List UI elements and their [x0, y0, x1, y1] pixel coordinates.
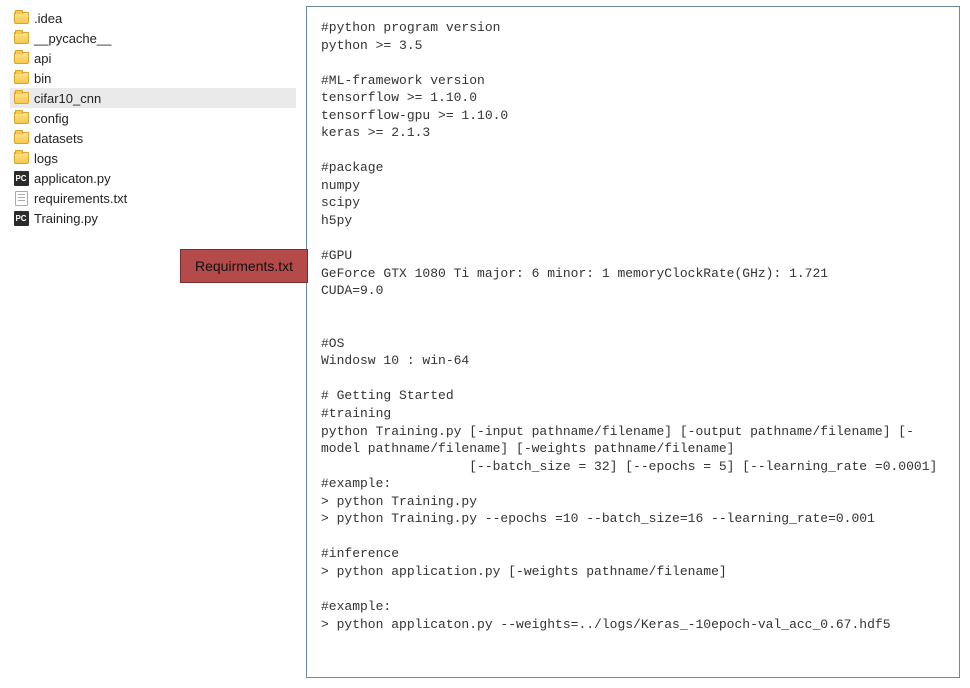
- folder-icon: [12, 130, 30, 146]
- file-name-label: bin: [34, 71, 51, 86]
- python-file-icon: PC: [12, 210, 30, 226]
- file-row--idea[interactable]: .idea: [10, 8, 296, 28]
- file-row-bin[interactable]: bin: [10, 68, 296, 88]
- file-name-label: .idea: [34, 11, 62, 26]
- file-name-label: cifar10_cnn: [34, 91, 101, 106]
- file-row-config[interactable]: config: [10, 108, 296, 128]
- file-name-label: logs: [34, 151, 58, 166]
- file-name-label: datasets: [34, 131, 83, 146]
- text-file-icon: [12, 190, 30, 206]
- file-contents-viewer: #python program version python >= 3.5 #M…: [306, 6, 960, 678]
- folder-icon: [12, 150, 30, 166]
- python-file-icon: PC: [12, 170, 30, 186]
- file-explorer: .idea __pycache__api bin cifar10_cnnconfig d…: [0, 0, 300, 688]
- folder-icon: [12, 30, 30, 46]
- folder-icon: [12, 50, 30, 66]
- folder-icon: [12, 90, 30, 106]
- file-name-label: api: [34, 51, 51, 66]
- file-row--pycache-[interactable]: __pycache__: [10, 28, 296, 48]
- file-row-api[interactable]: api: [10, 48, 296, 68]
- file-row-logs[interactable]: logs: [10, 148, 296, 168]
- file-name-label: config: [34, 111, 69, 126]
- file-row-cifar10-cnn[interactable]: cifar10_cnn: [10, 88, 296, 108]
- file-name-label: applicaton.py: [34, 171, 111, 186]
- file-row-datasets[interactable]: datasets: [10, 128, 296, 148]
- file-name-label: Training.py: [34, 211, 98, 226]
- file-row-requirements-txt[interactable]: requirements.txt: [10, 188, 296, 208]
- file-name-label: __pycache__: [34, 31, 111, 46]
- requirements-annotation-label: Requirments.txt: [180, 249, 308, 283]
- folder-icon: [12, 70, 30, 86]
- folder-icon: [12, 10, 30, 26]
- file-name-label: requirements.txt: [34, 191, 127, 206]
- file-row-training-py[interactable]: PC Training.py: [10, 208, 296, 228]
- file-row-applicaton-py[interactable]: PC applicaton.py: [10, 168, 296, 188]
- folder-icon: [12, 110, 30, 126]
